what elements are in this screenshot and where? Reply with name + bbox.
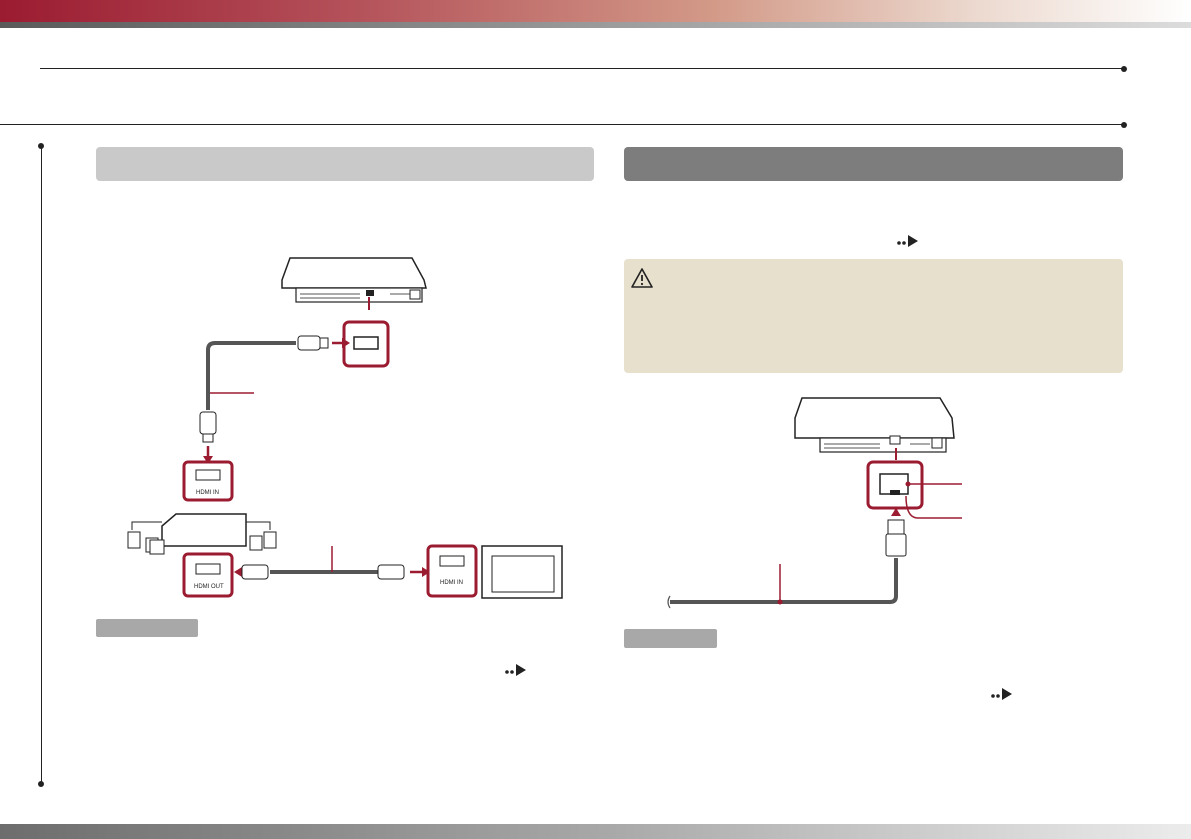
double-dot-arrow-icon[interactable] [504, 663, 530, 677]
caution-box [624, 259, 1123, 373]
warning-triangle-icon [631, 268, 653, 288]
double-dot-arrow-icon[interactable] [990, 687, 1016, 701]
ps3-console-illustration [794, 397, 955, 453]
tv-hdmi-in-label: HDMI IN [440, 580, 463, 586]
av-hdmi-out-label: HDMI OUT [194, 584, 224, 590]
ethernet-cable [667, 508, 907, 609]
bottom-footer-band [0, 824, 1191, 839]
double-dot-arrow-icon[interactable] [896, 234, 922, 248]
top-header-band [0, 0, 1191, 22]
margin-dot-bottom [38, 781, 44, 787]
right-hint-tag [624, 629, 717, 648]
top-header-subband [0, 22, 1191, 28]
title-rule-top [40, 65, 1127, 72]
left-margin-rule [41, 146, 42, 783]
tv-illustration: HDMI IN [426, 544, 563, 599]
hdmi-cable-1 [199, 335, 350, 464]
av-hdmi-in-label: HDMI IN [196, 490, 219, 496]
title-rule-bottom [0, 121, 1127, 128]
hdmi-connection-diagram: HDMI IN HDMI OUT HDMI IN [127, 257, 563, 599]
ethernet-connection-diagram [667, 397, 962, 609]
ps3-console-illustration [281, 257, 427, 303]
ps3-hdmi-out-port [342, 297, 390, 368]
hdmi-cable-2 [234, 546, 430, 580]
ps3-lan-port [866, 448, 962, 519]
right-section-heading-bar [624, 147, 1123, 181]
left-hint-tag [96, 619, 198, 637]
left-section-heading-bar [96, 147, 594, 181]
